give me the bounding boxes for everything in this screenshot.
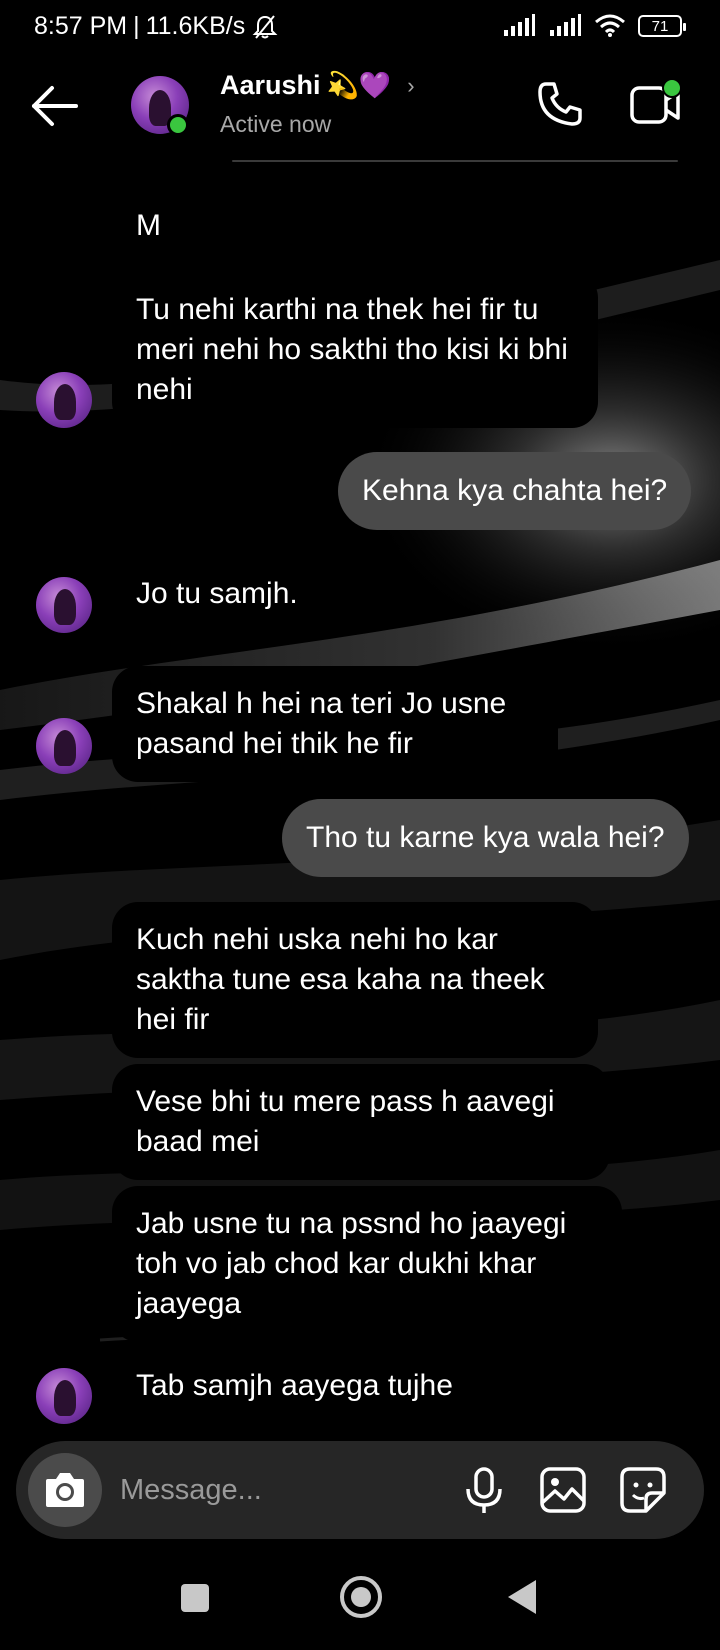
message-received[interactable]: M	[112, 206, 185, 246]
message-text: Vese bhi tu mere pass h aavegi baad mei	[136, 1085, 555, 1158]
message-received[interactable]: Jo tu samjh.	[112, 574, 322, 614]
sender-avatar[interactable]	[36, 718, 92, 774]
phone-icon[interactable]	[536, 80, 584, 128]
message-received[interactable]: Jab usne tu na pssnd ho jaayegi toh vo j…	[112, 1186, 622, 1342]
sender-avatar[interactable]	[36, 577, 92, 633]
message-received[interactable]: Tab samjh aayega tujhe	[112, 1366, 477, 1406]
message-text: Tu nehi karthi na thek hei fir tu meri n…	[136, 293, 568, 406]
message-text: M	[136, 209, 161, 242]
home-icon[interactable]	[340, 1576, 382, 1618]
status-right: 71	[502, 14, 686, 38]
message-text: Kuch nehi uska nehi ho kar saktha tune e…	[136, 923, 545, 1036]
microphone-icon[interactable]	[460, 1465, 508, 1515]
name-emoji: 💫💜	[326, 70, 392, 100]
sender-avatar[interactable]	[36, 372, 92, 428]
message-sent[interactable]: Tho tu karne kya wala hei?	[282, 799, 689, 877]
message-received[interactable]: Kuch nehi uska nehi ho kar saktha tune e…	[112, 902, 598, 1058]
status-speed: 11.6KB/s	[145, 12, 246, 40]
video-call-icon[interactable]	[628, 78, 684, 130]
signal-icon	[504, 14, 535, 36]
contact-name: Aarushi	[220, 70, 321, 100]
status-separator: |	[133, 12, 140, 40]
nav-back-icon[interactable]	[508, 1580, 536, 1614]
message-text: Shakal h hei na teri Jo usne pasand hei …	[136, 687, 507, 760]
wifi-icon	[595, 14, 625, 37]
camera-button[interactable]	[28, 1453, 102, 1527]
message-text: Jab usne tu na pssnd ho jaayegi toh vo j…	[136, 1207, 567, 1320]
message-text: Tab samjh aayega tujhe	[136, 1369, 453, 1402]
message-composer	[16, 1441, 704, 1539]
message-input[interactable]	[120, 1467, 420, 1513]
message-sent[interactable]: Kehna kya chahta hei?	[338, 452, 692, 530]
chat-header: Aarushi 💫💜 › Active now	[0, 56, 720, 156]
sticker-icon[interactable]	[618, 1465, 668, 1515]
message-received[interactable]: Vese bhi tu mere pass h aavegi baad mei	[112, 1064, 610, 1180]
mute-bell-icon	[252, 14, 278, 39]
back-arrow-icon[interactable]	[30, 84, 82, 128]
active-status: Active now	[220, 111, 332, 137]
online-indicator	[167, 114, 189, 136]
gallery-icon[interactable]	[538, 1465, 588, 1515]
sender-avatar[interactable]	[36, 1368, 92, 1424]
message-received[interactable]: Shakal h hei na teri Jo usne pasand hei …	[112, 666, 558, 782]
chevron-right-icon: ›	[407, 72, 415, 98]
recent-apps-icon[interactable]	[181, 1584, 209, 1612]
signal-icon	[550, 14, 581, 36]
message-received[interactable]: Tu nehi karthi na thek hei fir tu meri n…	[112, 272, 598, 428]
contact-name-row[interactable]: Aarushi 💫💜 ›	[220, 70, 415, 101]
system-nav-bar	[0, 1560, 720, 1650]
message-text: Kehna kya chahta hei?	[362, 474, 668, 507]
status-left: 8:57 PM | 11.6KB/s	[34, 12, 279, 41]
message-text: Tho tu karne kya wala hei?	[306, 821, 665, 854]
message-text: Jo tu samjh.	[136, 577, 298, 610]
status-bar: 8:57 PM | 11.6KB/s 71	[0, 0, 720, 56]
battery-level: 71	[651, 17, 669, 35]
camera-icon	[46, 1473, 84, 1507]
divider	[232, 160, 678, 162]
battery-icon: 71	[638, 15, 686, 37]
status-time: 8:57 PM	[34, 12, 128, 40]
